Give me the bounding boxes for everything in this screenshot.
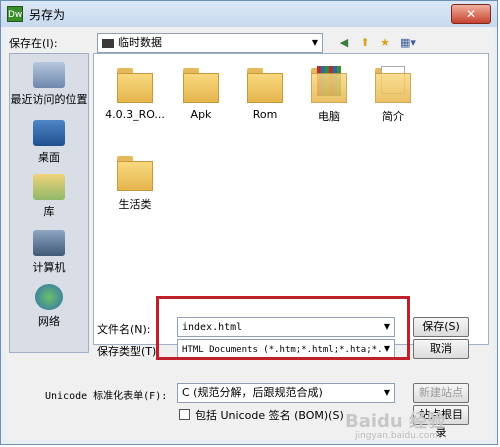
folder-item[interactable]: 简介 (356, 64, 430, 124)
libraries-icon (33, 174, 65, 200)
recent-places-icon (33, 62, 65, 88)
watermark-url: jingyan.baidu.com (355, 431, 439, 441)
new-site-button[interactable]: 新建站点 (413, 383, 469, 403)
bom-checkbox[interactable] (179, 409, 190, 420)
back-icon[interactable]: ◀ (336, 35, 352, 51)
place-network[interactable]: 网络 (10, 284, 88, 329)
folder-icon (115, 152, 155, 192)
save-in-dropdown[interactable]: 临时数据 ▼ (97, 33, 323, 53)
view-menu-icon[interactable]: ▦▾ (397, 35, 419, 51)
dreamweaver-app-icon: Dw (7, 6, 23, 22)
desktop-icon (33, 120, 65, 146)
place-label: 最近访问的位置 (10, 93, 88, 106)
red-highlight-annotation (156, 296, 410, 360)
file-type-label: 保存类型(T): (97, 345, 161, 358)
unicode-form-value: C (规范分解，后跟规范合成) (182, 386, 323, 399)
folder-label: 4.0.3_RO... (105, 108, 165, 121)
place-computer[interactable]: 计算机 (10, 230, 88, 275)
folder-label: Rom (252, 108, 278, 121)
dialog-client-area: 保存在(I): 临时数据 ▼ ◀ ⬆ ★ ▦▾ 最近访问的位置 桌面 库 计算机… (5, 27, 493, 441)
place-label: 网络 (38, 315, 60, 328)
folder-item[interactable]: Rom (228, 64, 302, 121)
unicode-form-label: Unicode 标准化表单(F): (45, 391, 168, 402)
folder-icon (245, 64, 285, 104)
place-label: 库 (43, 205, 55, 218)
computer-icon (33, 230, 65, 256)
chevron-down-icon: ▼ (383, 388, 390, 397)
save-as-dialog: Dw 另存为 ✕ 保存在(I): 临时数据 ▼ ◀ ⬆ ★ ▦▾ 最近访问的位置… (0, 0, 498, 445)
bom-label: 包括 Unicode 签名 (BOM)(S) (195, 409, 344, 422)
place-label: 桌面 (38, 151, 60, 164)
folder-item[interactable]: 生活类 (98, 152, 172, 212)
folder-with-document-icon (373, 64, 413, 104)
folder-label: 电脑 (318, 110, 340, 123)
place-desktop[interactable]: 桌面 (10, 120, 88, 165)
folder-with-books-icon (309, 64, 349, 104)
unicode-form-dropdown[interactable]: C (规范分解，后跟规范合成) ▼ (177, 383, 395, 403)
save-in-label: 保存在(I): (9, 37, 58, 50)
folder-icon (181, 64, 221, 104)
folder-label: 生活类 (118, 198, 152, 211)
places-bar: 最近访问的位置 桌面 库 计算机 网络 (9, 53, 89, 353)
folder-label: Apk (190, 108, 212, 121)
up-folder-icon[interactable]: ⬆ (357, 35, 373, 51)
place-libraries[interactable]: 库 (10, 174, 88, 219)
folder-icon (115, 64, 155, 104)
new-folder-icon[interactable]: ★ (377, 35, 393, 51)
cancel-button[interactable]: 取消 (413, 339, 469, 359)
network-icon (35, 284, 63, 310)
folder-item[interactable]: Apk (164, 64, 238, 121)
chevron-down-icon: ▼ (311, 38, 318, 47)
place-label: 计算机 (32, 261, 66, 274)
save-in-value: 临时数据 (118, 36, 162, 49)
baidu-watermark: Baidu 经验 (345, 411, 446, 432)
title-bar: Dw 另存为 ✕ (1, 1, 497, 27)
save-button[interactable]: 保存(S) (413, 317, 469, 337)
close-button[interactable]: ✕ (451, 4, 491, 24)
folder-item[interactable]: 电脑 (292, 64, 366, 124)
place-recent[interactable]: 最近访问的位置 (10, 62, 88, 107)
folder-label: 简介 (382, 110, 404, 123)
window-title: 另存为 (29, 8, 66, 22)
file-name-label: 文件名(N): (97, 323, 151, 336)
folder-small-icon (102, 38, 114, 48)
folder-item[interactable]: 4.0.3_RO... (98, 64, 172, 121)
